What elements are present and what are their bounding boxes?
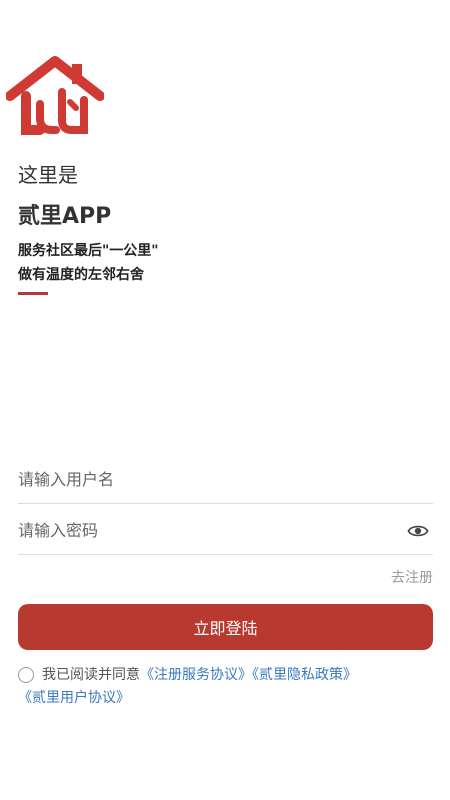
intro-greeting: 这里是: [18, 163, 78, 187]
agreement-radio[interactable]: [18, 667, 34, 683]
eye-icon[interactable]: [407, 520, 429, 542]
app-name-title: 贰里APP: [18, 204, 112, 229]
username-field: [18, 456, 433, 504]
login-button[interactable]: 立即登陆: [18, 604, 433, 650]
user-agreement-link[interactable]: 《贰里用户协议》: [18, 690, 130, 706]
password-field: [18, 507, 433, 555]
slogan-line-2: 做有温度的左邻右舍: [18, 267, 144, 283]
slogan-line-1: 服务社区最后"一公里": [18, 243, 159, 259]
service-agreement-link[interactable]: 《注册服务协议》: [140, 667, 252, 683]
privacy-policy-link[interactable]: 《贰里隐私政策》: [252, 667, 357, 683]
accent-divider: [18, 292, 48, 295]
house-logo-icon: [6, 56, 104, 135]
agreement-prefix: 我已阅读并同意: [42, 667, 140, 683]
register-link[interactable]: 去注册: [391, 567, 433, 587]
username-input[interactable]: [18, 456, 378, 502]
intro-block: 这里是 贰里APP 服务社区最后"一公里" 做有温度的左邻右舍: [18, 160, 432, 295]
agreement-block: 我已阅读并同意《注册服务协议》《贰里隐私政策》《贰里用户协议》: [18, 664, 433, 710]
password-input[interactable]: [18, 507, 378, 553]
